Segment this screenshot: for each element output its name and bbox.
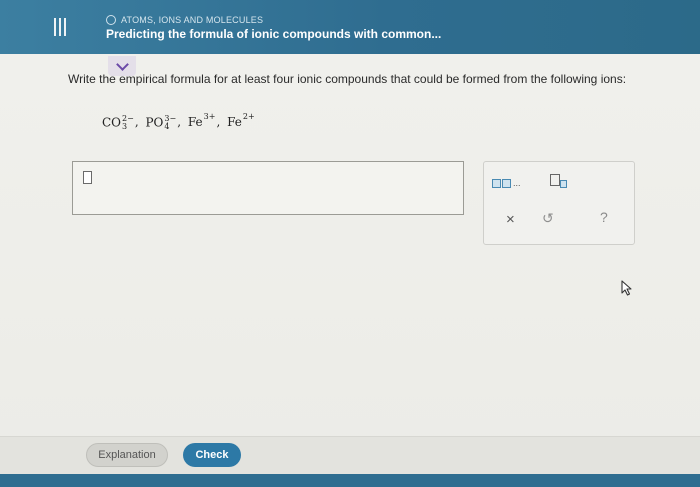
page-title: Predicting the formula of ionic compound… bbox=[106, 27, 442, 41]
undo-button[interactable]: ↺ bbox=[542, 210, 554, 227]
ion-phosphate: PO 3− 4 bbox=[145, 114, 176, 131]
footer-strip bbox=[0, 474, 700, 487]
ion-separator: , bbox=[216, 115, 221, 129]
ion-list: CO 2− 3 , PO 3− 4 , Fe3+ , Fe2+ bbox=[102, 112, 255, 131]
topic-label: ATOMS, IONS AND MOLECULES bbox=[121, 15, 264, 25]
question-text: Write the empirical formula for at least… bbox=[68, 72, 627, 86]
ion-subscript: 3 bbox=[122, 121, 128, 131]
ion-base: PO bbox=[145, 115, 164, 129]
ion-base: Fe bbox=[227, 115, 242, 129]
topic-circle-icon bbox=[106, 15, 116, 25]
explanation-button[interactable]: Explanation bbox=[86, 443, 168, 467]
answer-input[interactable] bbox=[72, 161, 464, 215]
multi-subscript-button[interactable]: ... bbox=[492, 174, 526, 192]
subscript-button[interactable] bbox=[550, 172, 570, 190]
input-cursor-box[interactable] bbox=[83, 171, 92, 184]
question-area: Write the empirical formula for at least… bbox=[0, 54, 700, 474]
ion-carbonate: CO 2− 3 bbox=[102, 114, 134, 131]
subscript-icon bbox=[550, 174, 560, 186]
ion-separator: , bbox=[134, 115, 139, 129]
ion-charge: 2+ bbox=[242, 112, 255, 121]
ion-base: CO bbox=[102, 115, 122, 129]
help-button[interactable]: ? bbox=[600, 209, 608, 225]
chevron-down-icon bbox=[115, 58, 129, 71]
ion-base: Fe bbox=[187, 115, 203, 129]
mouse-pointer-icon bbox=[621, 280, 632, 296]
ion-iron-iii: Fe3+ bbox=[188, 112, 216, 129]
check-button[interactable]: Check bbox=[183, 443, 241, 467]
ellipsis-label: ... bbox=[513, 178, 521, 188]
box-icon bbox=[492, 178, 501, 188]
ion-iron-ii: Fe2+ bbox=[227, 112, 255, 129]
top-header: ATOMS, IONS AND MOLECULES Predicting the… bbox=[0, 0, 700, 54]
topic-breadcrumb: ATOMS, IONS AND MOLECULES bbox=[106, 13, 263, 27]
ion-subscript: 4 bbox=[164, 121, 170, 131]
formula-toolbar: ... × ↺ ? bbox=[483, 161, 635, 245]
ion-separator: , bbox=[177, 115, 182, 129]
box-icon bbox=[502, 178, 511, 188]
ion-charge: 3+ bbox=[203, 112, 216, 121]
clear-button[interactable]: × bbox=[506, 211, 515, 228]
menu-icon[interactable] bbox=[52, 18, 68, 36]
